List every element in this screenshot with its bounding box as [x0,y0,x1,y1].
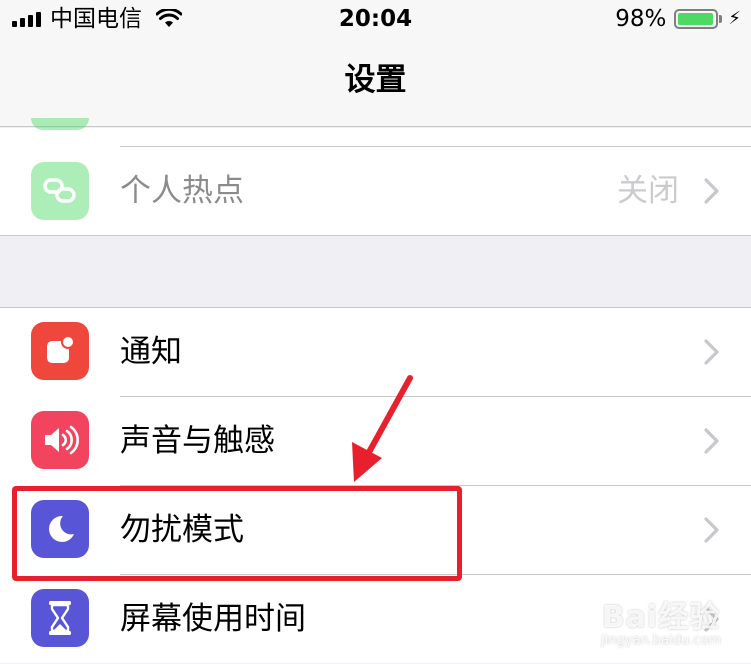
battery-cap [719,15,723,23]
settings-group-network: 个人热点 关闭 [0,118,751,236]
baidu-jingyan-watermark: Bai经验 jingyan.baidu.com [601,602,721,648]
battery-percent: 98% [615,6,667,32]
watermark-logo: Bai经验 [601,600,721,635]
chevron-right-icon [704,428,719,454]
chevron-right-icon [704,178,719,204]
page-title: 设置 [344,62,407,98]
previous-row-icon-fragment [31,118,89,130]
notification-badge-icon [31,322,89,380]
charging-bolt-icon: ⚡ [728,8,741,29]
hourglass-icon [31,589,89,647]
watermark-url: jingyan.baidu.com [601,633,721,648]
chevron-right-icon [704,339,719,365]
navigation-bar: 设置 [0,38,751,127]
speaker-icon [31,411,89,469]
sounds-label: 声音与触感 [120,423,275,459]
settings-row-hotspot[interactable]: 个人热点 关闭 [0,147,751,236]
battery-level-fill [678,13,714,25]
hotspot-link-icon [31,162,89,220]
notifications-label: 通知 [120,334,182,370]
annotation-highlight-box [12,486,462,581]
battery-icon [674,9,719,29]
screen-time-label: 屏幕使用时间 [120,601,306,637]
hotspot-value: 关闭 [617,173,679,209]
hotspot-label: 个人热点 [120,173,244,209]
status-bar: 中国电信 20:04 98% ⚡ [0,0,751,38]
chevron-right-icon [704,517,719,543]
status-right: 98% ⚡ [615,5,741,33]
annotation-arrow-icon [352,375,413,482]
